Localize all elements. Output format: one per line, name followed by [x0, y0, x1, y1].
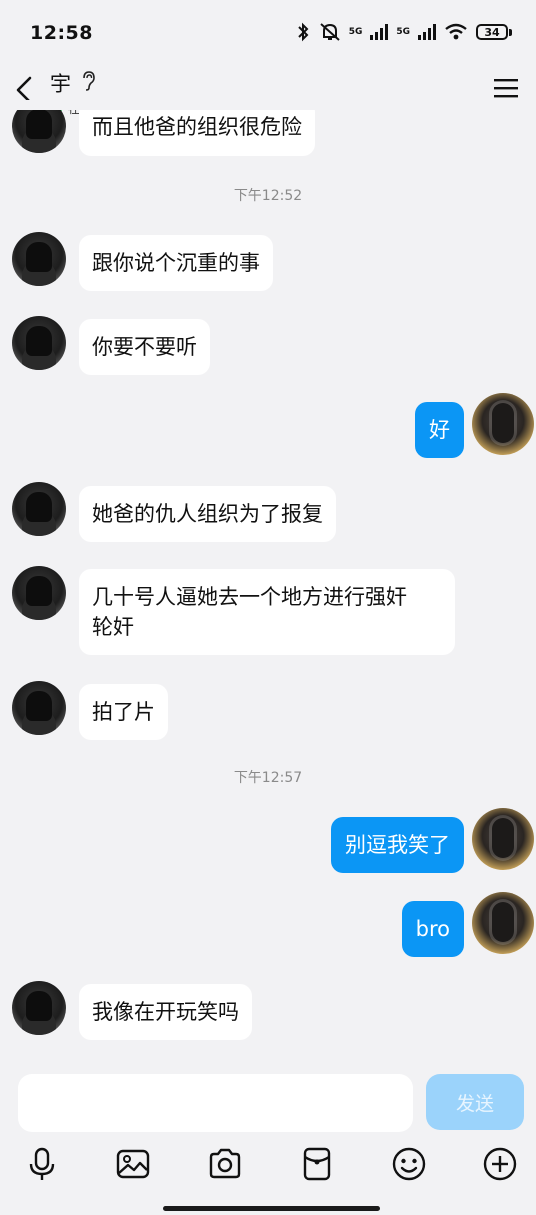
wifi-icon	[445, 23, 467, 40]
home-indicator[interactable]	[163, 1206, 380, 1211]
input-toolbar	[0, 1146, 536, 1186]
timestamp: 下午12:52	[233, 188, 303, 204]
microphone-icon[interactable]	[24, 1146, 60, 1182]
message-bubble-incoming[interactable]: 拍了片	[79, 684, 168, 740]
clock: 12:58	[30, 22, 93, 44]
contact-avatar[interactable]	[12, 232, 66, 286]
bluetooth-icon	[297, 22, 309, 42]
network-5g-label-2: 5G	[396, 26, 410, 37]
message-line: 轮奸	[92, 615, 134, 639]
status-icons: 5G 5G 34	[295, 22, 512, 42]
header-backdrop	[0, 100, 536, 110]
message-bubble-incoming[interactable]: 几十号人逼她去一个地方进行强奸 轮奸	[79, 569, 455, 655]
signal-icon-2	[418, 24, 436, 40]
my-avatar[interactable]	[472, 808, 534, 870]
message-bubble-incoming[interactable]: 她爸的仇人组织为了报复	[79, 486, 336, 542]
network-5g-label-1: 5G	[348, 26, 363, 37]
signal-icon	[370, 24, 389, 40]
status-bar: 12:58 5G 5G 34	[0, 0, 536, 70]
message-input[interactable]	[18, 1074, 413, 1132]
contact-avatar[interactable]	[12, 981, 66, 1035]
emoji-icon[interactable]	[391, 1146, 427, 1182]
contact-avatar[interactable]	[12, 316, 66, 370]
ear-icon	[83, 71, 95, 91]
my-avatar[interactable]	[472, 892, 534, 954]
composer: 发送	[0, 1066, 536, 1215]
contact-avatar[interactable]	[12, 482, 66, 536]
battery-icon: 34	[476, 24, 512, 40]
mute-icon	[320, 23, 340, 41]
message-list[interactable]: 而且他爸的组织很危险 下午12:52 跟你说个沉重的事 你要不要听 好 她爸的仇…	[0, 100, 536, 1065]
message-line: 几十号人逼她去一个地方进行强奸	[92, 585, 407, 609]
message-bubble-outgoing[interactable]: 好	[415, 402, 464, 458]
contact-name[interactable]: 宇	[50, 68, 71, 98]
menu-icon[interactable]	[492, 76, 520, 100]
red-packet-icon[interactable]	[299, 1146, 335, 1182]
message-bubble-outgoing[interactable]: bro	[401, 901, 464, 957]
timestamp: 下午12:57	[233, 770, 303, 786]
message-bubble-incoming[interactable]: 你要不要听	[79, 319, 210, 375]
message-bubble-outgoing[interactable]: 别逗我笑了	[331, 817, 464, 873]
message-bubble-incoming[interactable]: 跟你说个沉重的事	[79, 235, 273, 291]
plus-icon[interactable]	[482, 1146, 518, 1182]
contact-avatar[interactable]	[12, 681, 66, 735]
image-icon[interactable]	[115, 1146, 151, 1182]
battery-level: 34	[476, 24, 508, 40]
message-bubble-incoming[interactable]: 我像在开玩笑吗	[79, 984, 252, 1040]
camera-icon[interactable]	[207, 1146, 243, 1182]
send-button[interactable]: 发送	[426, 1074, 524, 1130]
my-avatar[interactable]	[472, 393, 534, 455]
contact-avatar[interactable]	[12, 566, 66, 620]
